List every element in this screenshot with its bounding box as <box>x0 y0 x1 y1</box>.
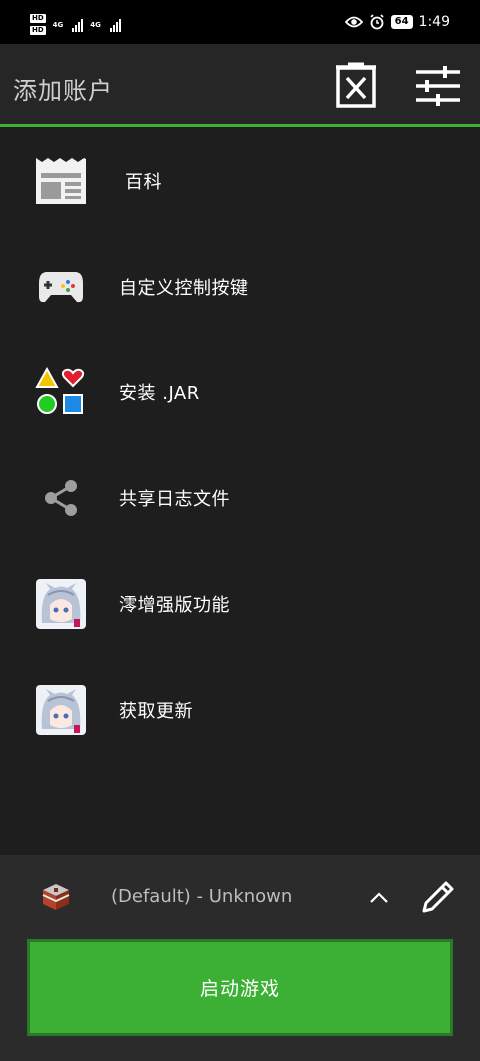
hd-badge: HD <box>30 14 46 23</box>
network-label: 4G <box>52 20 64 29</box>
status-right: 64 1:49 <box>344 14 450 30</box>
launch-game-button[interactable]: 启动游戏 <box>27 939 453 1036</box>
menu-item-enhanced-features[interactable]: 澪增强版功能 <box>0 552 480 656</box>
edit-pencil-icon[interactable] <box>418 877 458 917</box>
app-bar: 添加账户 <box>0 44 480 125</box>
menu-item-get-updates[interactable]: 获取更新 <box>0 658 480 762</box>
menu-item-label: 自定义控制按键 <box>119 278 249 299</box>
chevron-up-icon[interactable] <box>368 887 390 909</box>
signal-icon <box>109 18 121 32</box>
shapes-icon <box>33 366 89 418</box>
status-bar: HD HD 4G 4G 64 1:49 <box>0 0 480 44</box>
menu-item-label: 澪增强版功能 <box>119 595 230 616</box>
gamepad-icon <box>33 261 89 313</box>
menu-item-custom-controls[interactable]: 自定义控制按键 <box>0 235 480 339</box>
eye-icon <box>344 16 363 28</box>
status-left: HD HD 4G 4G <box>30 14 121 35</box>
tnt-block-icon <box>42 884 70 910</box>
menu-item-share-log[interactable]: 共享日志文件 <box>0 446 480 550</box>
launch-panel: (Default) - Unknown 启动游戏 <box>0 855 480 1061</box>
menu-item-label: 百科 <box>125 172 162 193</box>
version-selector[interactable]: (Default) - Unknown <box>0 875 480 923</box>
clock: 1:49 <box>418 14 450 30</box>
menu-item-label: 获取更新 <box>119 701 193 722</box>
hd-badges: HD HD <box>30 14 46 35</box>
share-icon <box>33 472 89 524</box>
alarm-icon <box>369 14 384 30</box>
wiki-icon <box>33 155 89 207</box>
side-menu: 百科 自定义控制按键 安装 .JAR 共享日志文件 澪增强版功能 获取更新 <box>0 127 480 855</box>
anime-avatar-icon <box>33 578 89 630</box>
menu-item-label: 安装 .JAR <box>119 383 200 404</box>
menu-item-label: 共享日志文件 <box>119 489 230 510</box>
delete-account-icon[interactable] <box>334 62 378 110</box>
add-account-title[interactable]: 添加账户 <box>13 71 113 106</box>
menu-item-wiki[interactable]: 百科 <box>0 129 480 233</box>
menu-item-install-jar[interactable]: 安装 .JAR <box>0 340 480 444</box>
battery-level: 64 <box>390 15 413 29</box>
signal-icon <box>72 18 84 32</box>
version-label: (Default) - Unknown <box>111 886 293 907</box>
hd-badge: HD <box>30 26 46 35</box>
network-label: 4G <box>90 20 101 29</box>
settings-sliders-icon[interactable] <box>416 62 460 110</box>
anime-avatar-icon <box>33 684 89 736</box>
